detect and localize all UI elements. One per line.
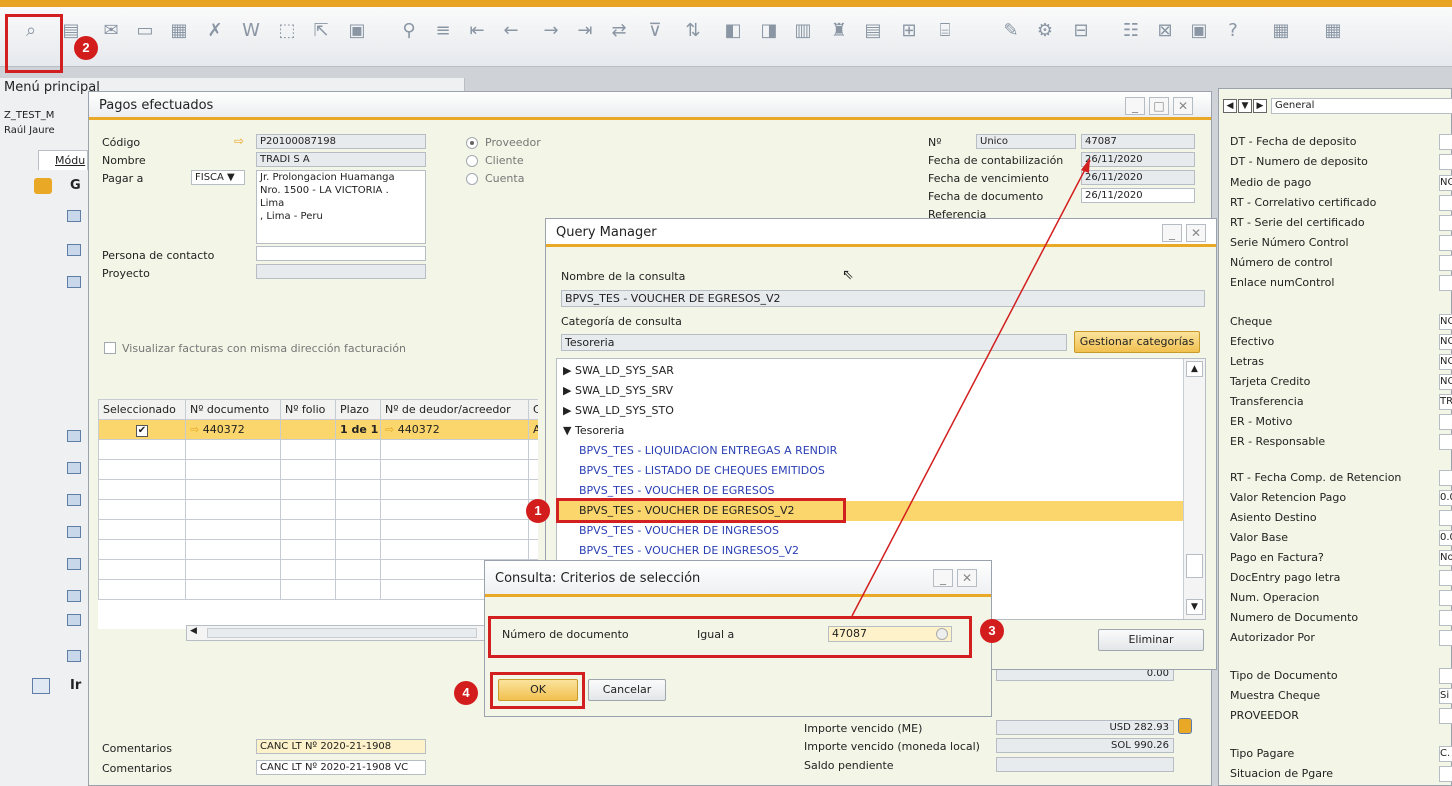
step-1-badge: 1: [526, 499, 550, 523]
step-3-badge: 3: [980, 619, 1004, 643]
step-2-badge: 2: [74, 36, 98, 60]
annotation-arrow: [851, 158, 1091, 617]
step-4-badge: 4: [454, 681, 478, 705]
